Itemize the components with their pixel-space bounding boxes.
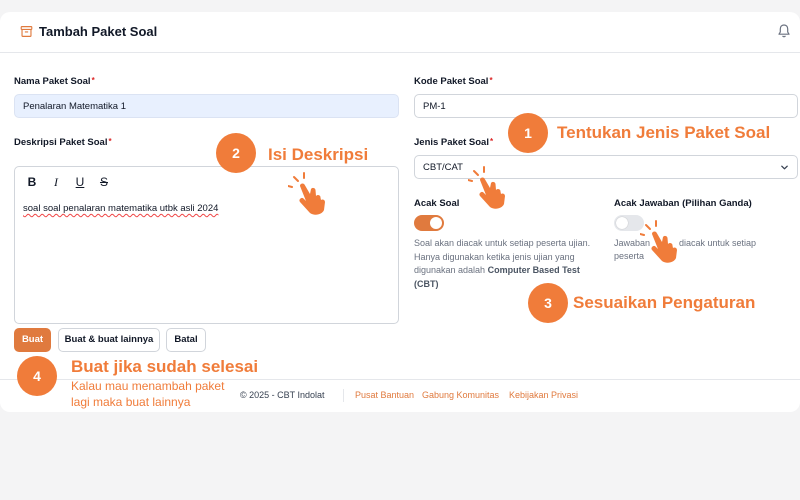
cancel-button[interactable]: Batal [166,328,206,352]
acak-jawaban-label: Acak Jawaban (Pilihan Ganda) [614,198,752,209]
bell-icon[interactable] [776,23,792,39]
acak-soal-toggle[interactable] [414,215,444,231]
editor-toolbar: B I U S [15,167,398,197]
acak-soal-label: Acak Soal [414,198,460,209]
kode-label: Kode Paket Soal* [414,76,493,87]
deskripsi-text[interactable]: soal soal penalaran matematika utbk asli… [23,203,218,214]
chevron-down-icon [781,165,788,170]
underline-button[interactable]: U [73,175,87,189]
create-another-button[interactable]: Buat & buat lainnya [58,328,160,352]
step-4-sub-2: lagi maka buat lainnya [71,395,191,409]
nama-label: Nama Paket Soal* [14,76,95,87]
deskripsi-editor[interactable]: B I U S soal soal penalaran matematika u… [14,166,399,324]
step-1-label: Tentukan Jenis Paket Soal [557,123,771,142]
step-4-sub-1: Kalau mau menambah paket [71,379,225,393]
copyright-text: © 2025 - CBT Indolat [240,390,325,400]
toggle-knob [430,217,442,229]
footer-divider [343,389,344,402]
page-header: Tambah Paket Soal [0,12,800,53]
step-1-badge: 1 [508,113,548,153]
strikethrough-button[interactable]: S [97,175,111,189]
bold-button[interactable]: B [25,175,39,189]
hand-pointer-icon [468,166,505,209]
deskripsi-label: Deskripsi Paket Soal* [14,137,112,148]
footer-link-community[interactable]: Gabung Komunitas [422,390,499,400]
acak-soal-hint: Soal akan diacak untuk setiap peserta uj… [414,238,591,289]
step-4-label: Buat jika sudah selesai [71,357,259,376]
jenis-label: Jenis Paket Soal* [414,137,494,148]
footer-link-help[interactable]: Pusat Bantuan [355,390,414,400]
archive-box-icon [20,26,33,37]
step-4-badge: 4 [17,356,57,396]
step-3-badge: 3 [528,283,568,323]
jenis-selected-value: CBT/CAT [423,162,463,173]
page-title: Tambah Paket Soal [39,24,158,39]
step-2-label: Isi Deskripsi [268,145,369,164]
toggle-knob [616,217,628,229]
form-card: Tambah Paket Soal Nama Paket Soal* Penal… [0,12,800,412]
step-3-label: Sesuaikan Pengaturan [573,293,756,312]
create-button[interactable]: Buat [14,328,51,352]
step-2-badge: 2 [216,133,256,173]
footer-link-privacy[interactable]: Kebijakan Privasi [509,390,578,400]
hand-pointer-icon [288,172,325,215]
acak-jawaban-hint-line1b: diacak untuk setiap [679,238,757,248]
hand-pointer-icon [640,220,677,263]
italic-button[interactable]: I [49,175,63,189]
nama-paket-input[interactable]: Penalaran Matematika 1 [14,94,399,118]
kode-paket-input[interactable]: PM-1 [414,94,798,118]
